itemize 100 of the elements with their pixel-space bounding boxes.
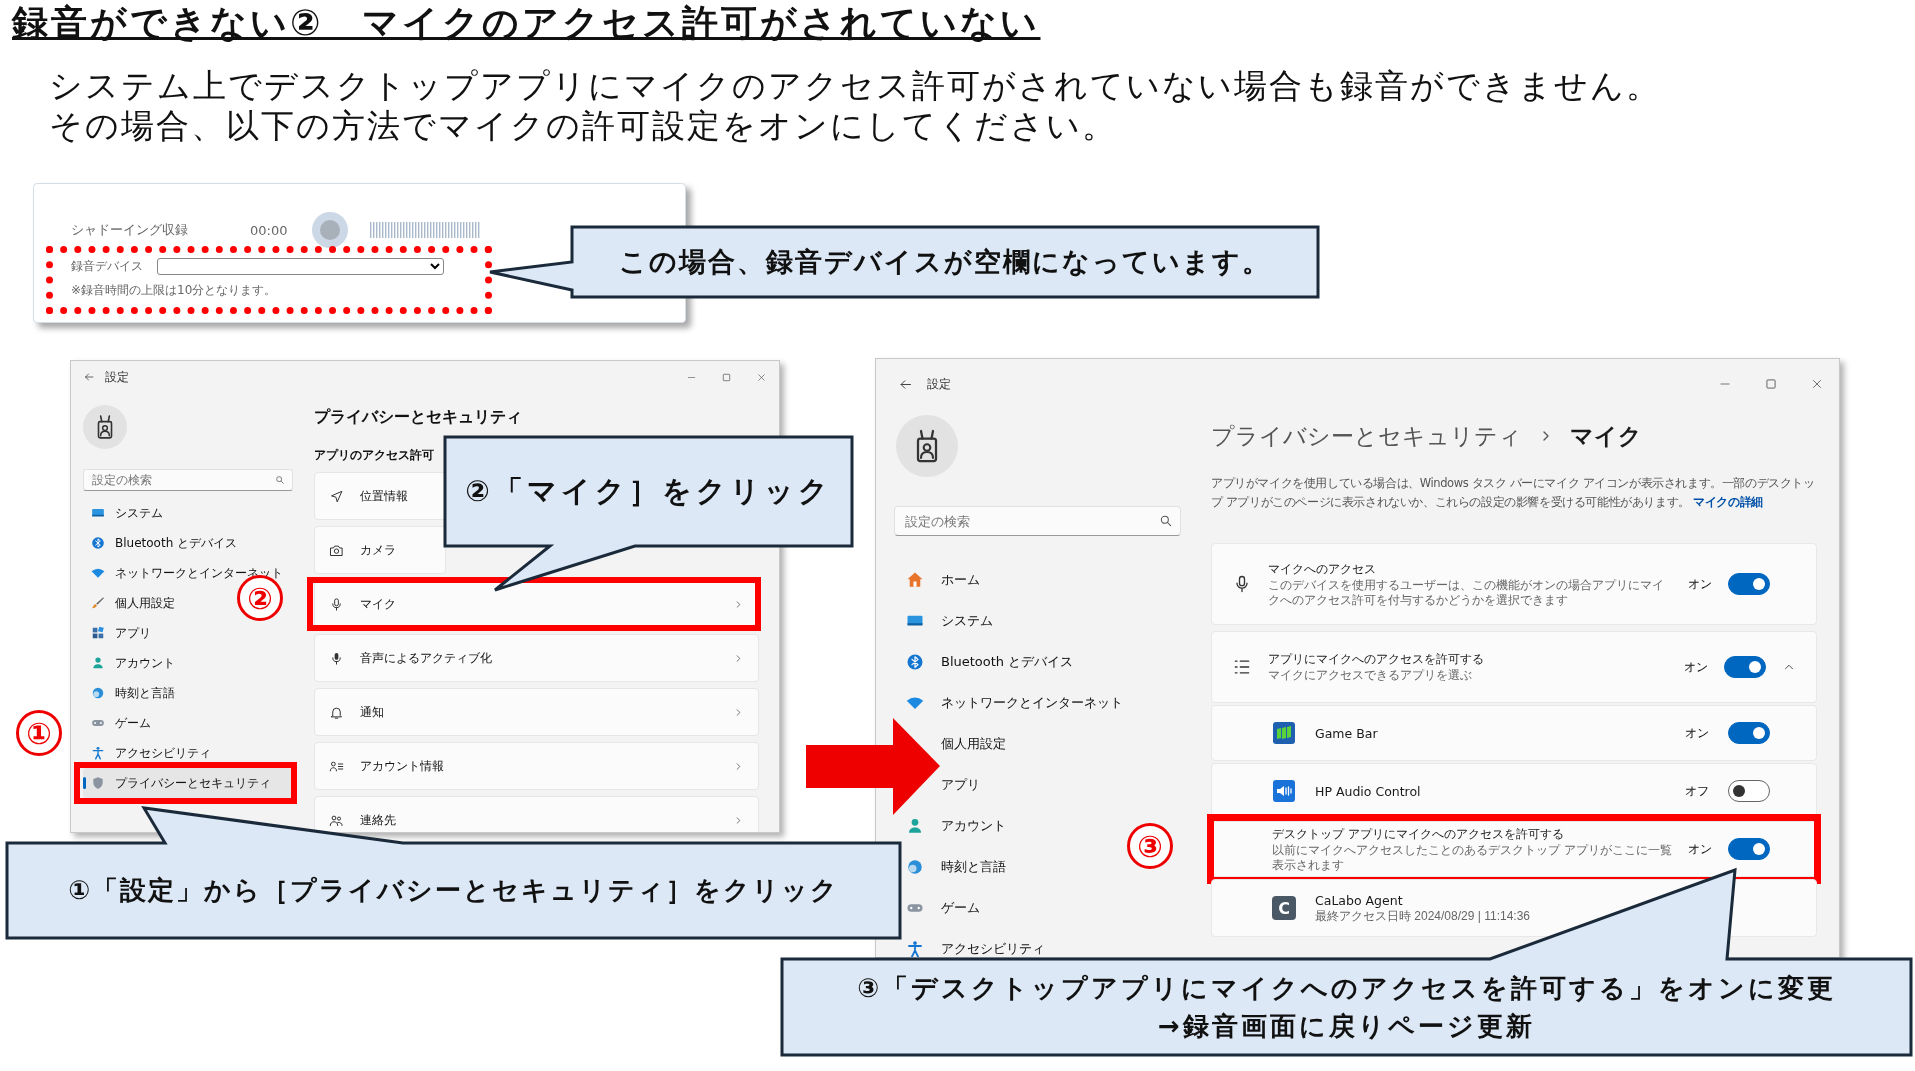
recorder-label: シャドーイング収録 <box>71 221 189 239</box>
person-list-icon <box>329 758 344 774</box>
step-marker: ① <box>16 710 62 756</box>
details-link[interactable]: マイクの詳細 <box>1693 495 1763 509</box>
monitor-icon <box>91 506 105 520</box>
settings-row[interactable]: 音声によるアクティブ化 <box>314 634 759 682</box>
toggle-state: オフ <box>1685 782 1709 800</box>
bluetooth-icon <box>91 536 105 550</box>
callout-text: ③「デスクトップアプリにマイクへのアクセスを許可する」をオンに変更 <box>857 972 1836 1005</box>
app-icon: C <box>1272 896 1296 920</box>
nav-item[interactable]: アクセシビリティ <box>83 738 219 768</box>
recording-time: 00:00 <box>250 222 289 238</box>
setting-title: アプリにマイクへのアクセスを許可する <box>1268 651 1485 668</box>
globe-icon <box>91 686 105 700</box>
nav-item[interactable]: Bluetooth とデバイス <box>906 641 1074 682</box>
breadcrumb-item[interactable]: プライバシーとセキュリティ <box>1211 420 1522 452</box>
search-icon <box>1159 514 1173 528</box>
window-title: 設定 <box>105 368 129 386</box>
bluetooth-icon <box>906 652 924 671</box>
window-title: 設定 <box>927 375 951 393</box>
search-field[interactable]: 設定の検索 <box>83 469 293 491</box>
app-name: HP Audio Control <box>1315 782 1422 800</box>
maximize-icon <box>721 371 732 383</box>
nav-item[interactable]: ネットワークとインターネット <box>906 682 1123 723</box>
setting-title: デスクトップ アプリにマイクへのアクセスを許可する <box>1272 825 1565 843</box>
accessibility-icon <box>91 746 105 760</box>
device-select[interactable] <box>157 258 444 275</box>
setting-description: このデバイスを使用するユーザーは、この機能がオンの場合アプリにマイクへのアクセス許可を付与するかどうかを選択できます <box>1268 577 1665 608</box>
nav-item[interactable]: ゲーム <box>906 887 980 928</box>
toggle-state: オン <box>1685 724 1709 742</box>
search-field[interactable]: 設定の検索 <box>894 506 1181 536</box>
nav-item[interactable]: ゲーム <box>83 708 159 738</box>
intro-text: その場合、以下の方法でマイクの許可設定をオンにしてください。 <box>49 106 1118 146</box>
settings-row[interactable]: 通知 <box>314 688 759 736</box>
close-icon <box>756 371 767 383</box>
settings-row[interactable]: カメラ <box>314 526 446 574</box>
settings-row[interactable]: 連絡先 <box>314 796 759 832</box>
recording-note: ※録音時間の上限は10分となります。 <box>71 283 278 297</box>
setting-description: 以前にマイクへアクセスしたことのあるデスクトップ アプリがここに一覧表示されます <box>1272 842 1672 873</box>
callout-text: ②「マイク］をクリック <box>465 472 832 510</box>
nav-item[interactable]: アクセシビリティ <box>906 928 1045 957</box>
nav-item[interactable]: アカウント <box>906 805 1006 846</box>
callout-text: ①「設定」から［プライバシーとセキュリティ］をクリック <box>68 874 839 907</box>
app-icon <box>1272 721 1296 745</box>
microphone-icon <box>329 596 344 612</box>
nav-item[interactable]: アカウント <box>83 648 183 678</box>
home-icon <box>906 570 924 589</box>
globe-icon <box>906 857 924 876</box>
accessibility-icon <box>906 939 924 957</box>
nav-item[interactable]: ホーム <box>906 559 980 600</box>
setting-title: マイクへのアクセス <box>1268 560 1377 578</box>
person-icon <box>906 816 924 835</box>
nav-item[interactable]: 個人用設定 <box>941 723 1006 764</box>
microphone-icon <box>329 650 344 666</box>
page-heading: プライバシーとセキュリティ <box>314 406 523 428</box>
toggle-state: オン <box>1684 658 1708 676</box>
toggle-switch[interactable] <box>1724 656 1766 678</box>
last-access-text: 最終アクセス日時 2024/08/29 | 11:14:36 <box>1315 909 1531 924</box>
bell-icon <box>329 704 344 720</box>
app-name: CaLabo Agent <box>1315 892 1404 909</box>
callout-text: この場合、録音デバイスが空欄になっています。 <box>619 245 1271 279</box>
toggle-switch[interactable] <box>1728 838 1770 860</box>
search-icon <box>275 475 285 485</box>
settings-row[interactable]: 位置情報 <box>314 472 446 520</box>
nav-item[interactable]: 時刻と言語 <box>906 846 1006 887</box>
app-name: Game Bar <box>1315 724 1379 742</box>
person-icon <box>91 656 105 670</box>
nav-item[interactable]: Bluetooth とデバイス <box>83 528 246 558</box>
maximize-icon <box>1764 377 1778 391</box>
page-heading: マイク <box>1570 421 1642 451</box>
nav-item[interactable]: アプリ <box>83 618 159 648</box>
shield-icon <box>91 776 105 790</box>
arrow-icon <box>806 718 940 815</box>
nav-item[interactable]: 時刻と言語 <box>83 678 183 708</box>
camera-icon <box>329 542 344 558</box>
toggle-state: オン <box>1688 840 1712 858</box>
nav-item[interactable]: システム <box>83 498 171 528</box>
settings-row[interactable]: アカウント情報 <box>314 742 759 790</box>
wifi-icon <box>91 566 105 580</box>
toggle-state: オン <box>1688 575 1712 593</box>
intro-text: システム上でデスクトップアプリにマイクのアクセス許可がされていない場合も録音ができません。 <box>49 66 1662 106</box>
callout-text: →録音画面に戻りページ更新 <box>1158 1010 1535 1043</box>
nav-item[interactable]: システム <box>906 600 993 641</box>
location-arrow-icon <box>329 488 344 504</box>
speaker-app-icon <box>1272 779 1296 803</box>
toggle-switch[interactable] <box>1728 780 1770 802</box>
brush-icon <box>91 596 105 610</box>
back-arrow-icon <box>83 371 95 383</box>
setting-description: マイクにアクセスできるアプリを選ぶ <box>1268 668 1473 683</box>
toggle-switch[interactable] <box>1728 722 1770 744</box>
section-heading: アプリのアクセス許可 <box>314 447 435 463</box>
nav-item[interactable]: アプリ <box>941 764 980 805</box>
toggle-switch[interactable] <box>1728 573 1770 595</box>
apps-icon <box>91 626 105 640</box>
page-title: 録音ができない② マイクのアクセス許可がされていない <box>12 2 1041 44</box>
description-text: アプリがマイクを使用している場合は、Windows タスク バーにマイク アイコンが表示されます。一部のデスクトップ アプリがこのページに表示されないか、これらの設定の影響を受ける可能性があります。 マイクの詳細 <box>1211 475 1816 511</box>
device-label: 録音デバイス <box>71 258 144 275</box>
record-button[interactable] <box>312 212 348 248</box>
nav-item[interactable]: 個人用設定 <box>83 588 183 618</box>
close-icon <box>1810 377 1824 391</box>
